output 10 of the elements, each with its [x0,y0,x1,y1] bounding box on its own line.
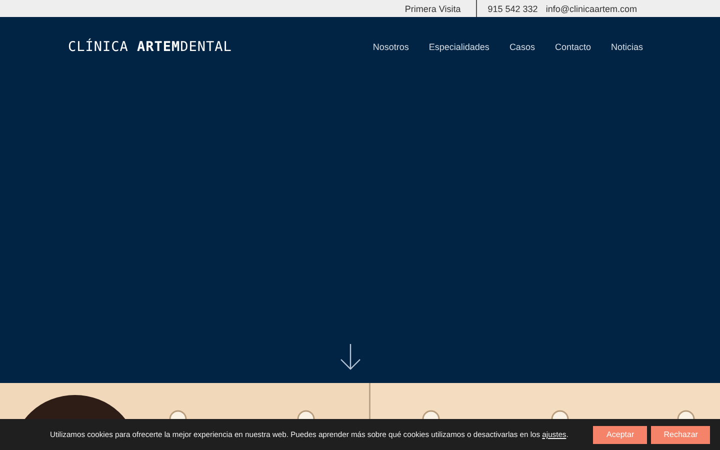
nav-link[interactable]: Especialidades [428,42,490,52]
nav-link[interactable]: Nosotros [372,42,409,52]
down-arrow-icon[interactable] [340,343,361,370]
nav-link[interactable]: Noticias [610,42,643,52]
phone-link[interactable]: 915 542 332 [488,4,538,14]
nav-link[interactable]: Contacto [554,42,591,52]
logo[interactable]: CLÍNICA ARTEMDENTAL [68,39,232,55]
nav-link[interactable]: Casos [509,42,535,52]
top-link[interactable]: Primera Visita [404,4,461,14]
email-link[interactable]: info@clinicaartem.com [546,4,637,14]
